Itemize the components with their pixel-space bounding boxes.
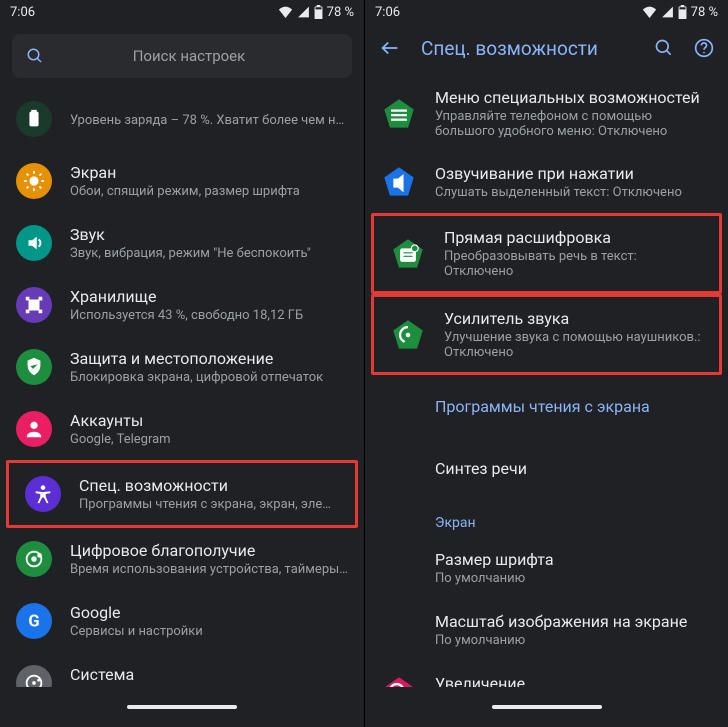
item-subtitle: Управляйте телефоном с помощью большого … [435,109,705,139]
wifi-icon [278,6,293,18]
item-title: Уровень заряда – 78 %. Хватит более чем … [70,113,348,128]
a11y-item-display-size[interactable]: Масштаб изображения на экране По умолчани… [365,599,728,661]
signal-icon [661,6,674,18]
google-icon: G [16,603,52,639]
item-subtitle: Звук, вибрация, режим "Не беспокоить" [70,246,311,261]
item-subtitle: Преобразовывать речь в текст: Отключено [444,249,703,279]
settings-list: Уровень заряда – 78 %. Хватит более чем … [0,84,364,714]
item-title: Цифровое благополучие [70,541,348,560]
battery-icon [678,5,687,19]
item-title: Масштаб изображения на экране [435,612,687,631]
nav-bar [0,687,364,727]
item-title: Усилитель звука [444,309,703,328]
nav-pill[interactable] [127,705,237,709]
nav-pill[interactable] [492,705,602,709]
item-subtitle: Блокировка экрана, цифровой отпечаток [70,370,323,385]
a11y-item-screen-readers[interactable]: Программы чтения с экрана [365,375,728,437]
settings-item-battery[interactable]: Уровень заряда – 78 %. Хватит более чем … [0,88,364,150]
item-subtitle: Используется 43 %, свободно 18,12 ГБ [70,308,303,323]
item-subtitle: Сервисы и настройки [70,624,203,639]
search-settings[interactable]: Поиск настроек [12,34,352,78]
settings-item-display[interactable]: Экран Обои, спящий режим, размер шрифта [0,150,364,212]
svg-text:G: G [28,613,39,632]
settings-item-storage[interactable]: Хранилище Используется 43 %, свободно 18,… [0,274,364,336]
settings-item-google[interactable]: G Google Сервисы и настройки [0,590,364,652]
item-title: Синтез речи [435,459,527,478]
item-title: Хранилище [70,287,303,306]
settings-item-security[interactable]: Защита и местоположение Блокировка экрана… [0,336,364,398]
wifi-icon [642,6,657,18]
left-screenshot: 7:06 78 % Поиск настроек Уровень заряда … [0,0,364,727]
nav-bar [365,687,728,727]
settings-item-wellbeing[interactable]: Цифровое благополучие Время использования… [0,528,364,590]
security-icon [16,349,52,385]
status-bar: 7:06 78 % [365,0,728,24]
storage-icon [16,287,52,323]
a11y-menu-icon [381,96,417,132]
item-title: Система [70,665,348,684]
item-title: Озвучивание при нажатии [435,164,682,183]
back-icon[interactable] [379,37,401,59]
app-bar: Спец. возможности [365,24,728,72]
clock: 7:06 [10,5,35,20]
select-to-speak-icon [381,164,417,200]
status-bar: 7:06 78 % [0,0,364,24]
item-subtitle: По умолчанию [435,571,554,586]
display-icon [16,163,52,199]
item-title: Звук [70,225,311,244]
status-icons: 78 % [642,5,718,20]
a11y-item-live-transcribe[interactable]: Прямая расшифровка Преобразовывать речь в… [374,216,719,291]
item-title: Аккаунты [70,411,171,430]
a11y-item-font-size[interactable]: Размер шрифта По умолчанию [365,537,728,599]
settings-item-accounts[interactable]: Аккаунты Google, Telegram [0,398,364,460]
item-subtitle: Улучшение звука с помощью наушников.: От… [444,330,703,360]
battery-text: 78 % [691,5,718,20]
accounts-icon [16,411,52,447]
battery-text: 78 % [327,5,354,20]
status-icons: 78 % [278,5,354,20]
right-screenshot: 7:06 78 % Спец. возможности Меню специал… [364,0,728,727]
item-subtitle: Google, Telegram [70,432,171,447]
accessibility-list: Меню специальных возможностей Управляйте … [365,72,728,723]
a11y-item-tts[interactable]: Синтез речи [365,437,728,499]
item-title: Меню специальных возможностей [435,88,705,107]
search-placeholder: Поиск настроек [40,47,338,65]
clock: 7:06 [375,5,400,20]
signal-icon [297,6,310,18]
a11y-item-sound-amplifier[interactable]: Усилитель звука Улучшение звука с помощью… [374,297,719,372]
wellbeing-icon [16,541,52,577]
item-subtitle: Время использования устройства, таймеры … [70,562,348,577]
page-title: Спец. возможности [421,37,634,60]
item-title: Программы чтения с экрана [435,397,650,416]
settings-item-sound[interactable]: Звук Звук, вибрация, режим "Не беспокоить… [0,212,364,274]
item-title: Размер шрифта [435,550,554,569]
settings-item-accessibility[interactable]: Спец. возможности Программы чтения с экра… [9,463,355,525]
item-title: Спец. возможности [79,476,339,495]
help-icon[interactable] [694,38,714,58]
item-title: Прямая расшифровка [444,228,703,247]
battery-icon [314,5,323,19]
item-subtitle: По умолчанию [435,633,687,648]
accessibility-icon [25,476,61,512]
item-title: Google [70,603,203,622]
battery-icon [16,101,52,137]
sound-amplifier-icon [390,317,426,353]
item-subtitle: Программы чтения с экрана, экран, элемен… [79,497,339,512]
live-transcribe-icon [390,236,426,272]
search-icon[interactable] [654,38,674,58]
section-header-screen-section: Экран [365,499,728,537]
a11y-item-select-to-speak[interactable]: Озвучивание при нажатии Слушать выделенны… [365,151,728,213]
item-title: Экран [70,163,300,182]
a11y-item-a11y-menu[interactable]: Меню специальных возможностей Управляйте … [365,76,728,151]
item-title: Защита и местоположение [70,349,323,368]
item-subtitle: Обои, спящий режим, размер шрифта [70,184,300,199]
sound-icon [16,225,52,261]
item-subtitle: Слушать выделенный текст: Отключено [435,185,682,200]
